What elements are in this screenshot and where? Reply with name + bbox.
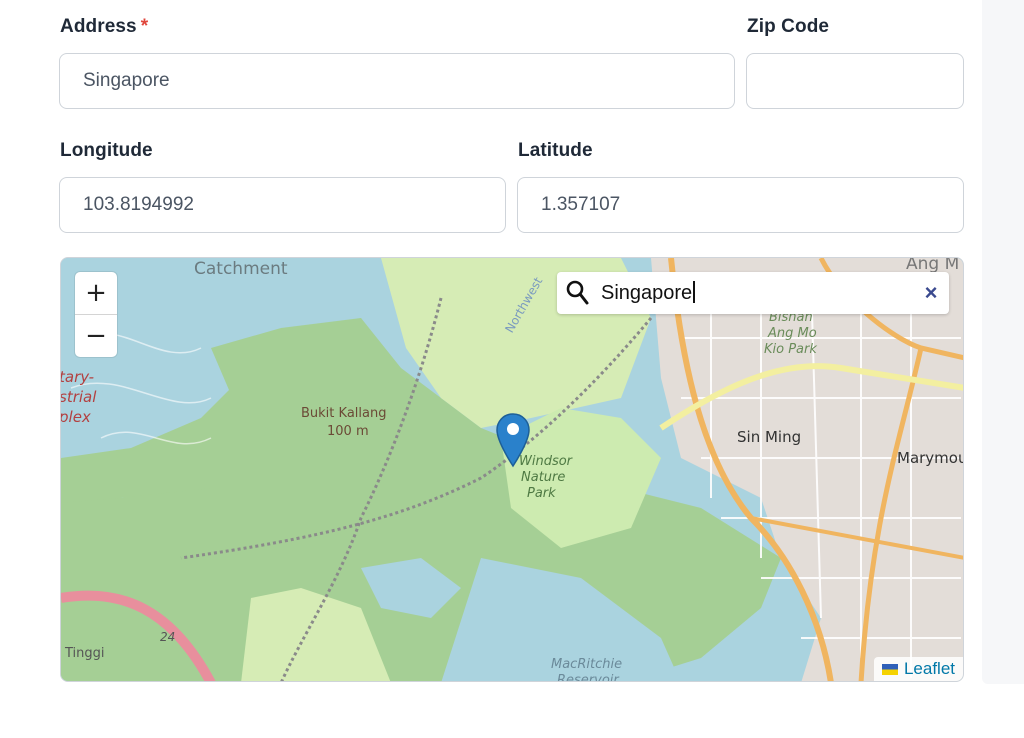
map-label-tary: tary- bbox=[60, 368, 94, 386]
side-panel bbox=[982, 0, 1024, 684]
map-label-plex: plex bbox=[60, 408, 91, 426]
leaflet-link[interactable]: Leaflet bbox=[881, 659, 955, 679]
map-label-macritchie-1: MacRitchie bbox=[551, 657, 623, 672]
form-page: Address* Zip Code Longitude Latitude bbox=[0, 0, 1024, 738]
map-attribution: Leaflet bbox=[873, 657, 963, 681]
map-label-road-24: 24 bbox=[160, 630, 176, 644]
map-search-box[interactable]: Singapore × bbox=[557, 272, 949, 314]
clear-search-button[interactable]: × bbox=[913, 280, 949, 306]
map-label-windsor-3: Park bbox=[527, 486, 556, 501]
map-label-macritchie-2: Reservoir bbox=[557, 673, 619, 682]
required-mark: * bbox=[140, 16, 149, 37]
zoom-in-button[interactable]: + bbox=[75, 272, 117, 314]
latitude-input[interactable] bbox=[517, 177, 964, 233]
address-input[interactable] bbox=[59, 53, 735, 109]
text-caret bbox=[693, 281, 695, 303]
longitude-input[interactable] bbox=[59, 177, 506, 233]
map-label-strial: strial bbox=[60, 388, 97, 406]
map-label-bukit-kallang: Bukit Kallang bbox=[301, 406, 387, 421]
latitude-label: Latitude bbox=[518, 140, 593, 161]
map-label-bishan-3: Kio Park bbox=[764, 342, 817, 357]
map-label-marymount: Marymou bbox=[897, 449, 964, 467]
zoom-control: + − bbox=[75, 272, 117, 357]
zip-code-label: Zip Code bbox=[747, 16, 830, 37]
leaflet-link-label: Leaflet bbox=[903, 659, 955, 678]
map-label-sin-ming: Sin Ming bbox=[737, 428, 802, 446]
map-label-tinggi: Tinggi bbox=[65, 646, 105, 661]
longitude-label: Longitude bbox=[60, 140, 153, 161]
address-label: Address * bbox=[60, 16, 149, 37]
zoom-out-button[interactable]: − bbox=[75, 314, 117, 357]
map-search-input[interactable]: Singapore bbox=[599, 281, 913, 305]
map-label-bishan-2: Ang Mo bbox=[768, 326, 817, 341]
map-label-catchment: Catchment bbox=[194, 259, 288, 279]
map-pin-icon[interactable] bbox=[495, 412, 531, 470]
map-label-elevation: 100 m bbox=[327, 424, 369, 439]
map-label-windsor-2: Nature bbox=[521, 470, 566, 485]
zip-code-input[interactable] bbox=[746, 53, 964, 109]
ukraine-flag-icon bbox=[881, 663, 898, 675]
search-icon[interactable] bbox=[557, 272, 599, 314]
map[interactable]: Catchment Ang M Northwest Bishan Ang Mo … bbox=[60, 257, 964, 682]
